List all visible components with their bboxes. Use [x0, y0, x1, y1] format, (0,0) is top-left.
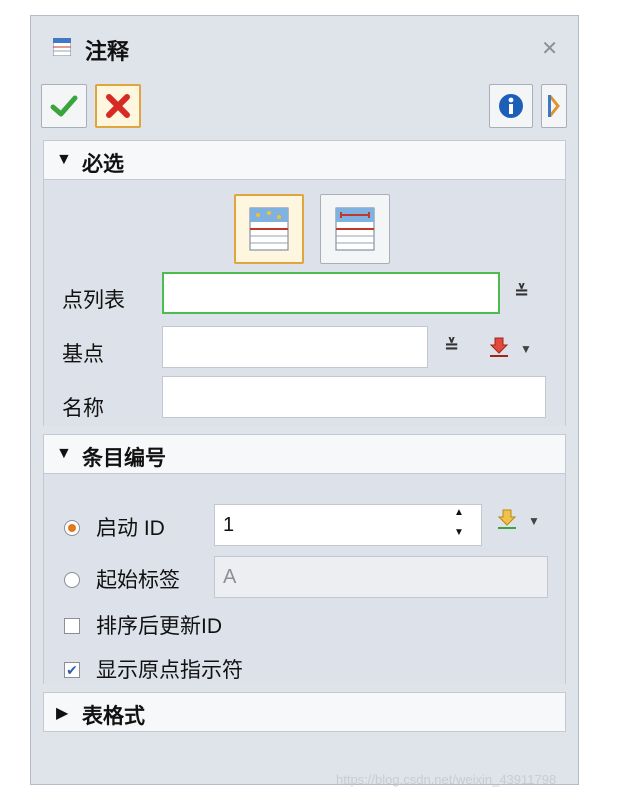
annotation-dialog: 注释 ✕ ▼ 必选 点列表 ≚ 基点 ≚ ▼ 名称 ▼ 条目编号 启动 ID 1…: [30, 15, 579, 785]
show-origin-checkbox[interactable]: ✔: [64, 662, 80, 678]
section-title-required: 必选: [82, 153, 124, 176]
section-title-numbering: 条目编号: [82, 447, 166, 470]
chevron-down-icon[interactable]: ≚: [444, 336, 459, 357]
dimension-table-icon: [335, 207, 375, 251]
cancel-button[interactable]: [95, 84, 141, 128]
spinner-icon[interactable]: ▲ ▼: [454, 508, 464, 538]
section-body-numbering: 启动 ID 1 ▲ ▼ ▼ 起始标签 A 排序后更新ID ✔ 显示原点指示符: [43, 474, 566, 684]
point-pick-icon[interactable]: [488, 336, 510, 358]
dialog-title: 注释: [85, 39, 130, 64]
ok-button[interactable]: [41, 84, 87, 128]
start-label-field[interactable]: A: [214, 556, 548, 598]
section-title-format: 表格式: [82, 705, 145, 728]
start-id-label: 启动 ID: [96, 517, 165, 540]
dimension-table-mode-button[interactable]: [320, 194, 390, 264]
dropdown-arrow-icon[interactable]: ▼: [528, 514, 540, 528]
base-point-label: 基点: [62, 343, 104, 366]
checkmark-icon: [50, 95, 78, 117]
start-label-radio[interactable]: [64, 572, 80, 588]
cancel-x-icon: [106, 94, 130, 118]
section-body-required: 点列表 ≚ 基点 ≚ ▼ 名称: [43, 180, 566, 426]
collapse-triangle-icon: ▼: [56, 151, 72, 168]
collapse-triangle-icon: ▼: [56, 445, 72, 462]
start-id-field[interactable]: 1: [214, 504, 482, 546]
name-field[interactable]: [162, 376, 546, 418]
start-id-radio[interactable]: [64, 520, 80, 536]
watermark: https://blog.csdn.net/weixin_43911798: [336, 772, 557, 787]
show-origin-label: 显示原点指示符: [96, 659, 243, 682]
start-label-label: 起始标签: [96, 569, 180, 592]
info-button[interactable]: [489, 84, 533, 128]
title-bar: 注释 ✕: [31, 16, 578, 78]
renumber-label: 排序后更新ID: [96, 615, 222, 638]
point-table-icon: [249, 207, 289, 251]
point-pick-icon[interactable]: [496, 508, 518, 530]
close-icon[interactable]: ✕: [541, 36, 558, 61]
dropdown-arrow-icon[interactable]: ▼: [520, 342, 532, 356]
base-point-field[interactable]: [162, 326, 428, 368]
info-icon: [499, 94, 523, 118]
help-button[interactable]: [541, 84, 567, 128]
point-table-mode-button[interactable]: [234, 194, 304, 264]
chevron-down-icon[interactable]: ≚: [514, 282, 529, 303]
table-icon: [53, 38, 71, 56]
renumber-checkbox[interactable]: [64, 618, 80, 634]
expand-triangle-icon: ▶: [56, 705, 69, 722]
name-label: 名称: [62, 397, 104, 420]
section-header-format[interactable]: ▶ 表格式: [43, 692, 566, 732]
help-icon: [548, 95, 560, 117]
section-header-required[interactable]: ▼ 必选: [43, 140, 566, 180]
point-list-field[interactable]: [162, 272, 500, 314]
section-header-numbering[interactable]: ▼ 条目编号: [43, 434, 566, 474]
point-list-label: 点列表: [62, 289, 125, 312]
